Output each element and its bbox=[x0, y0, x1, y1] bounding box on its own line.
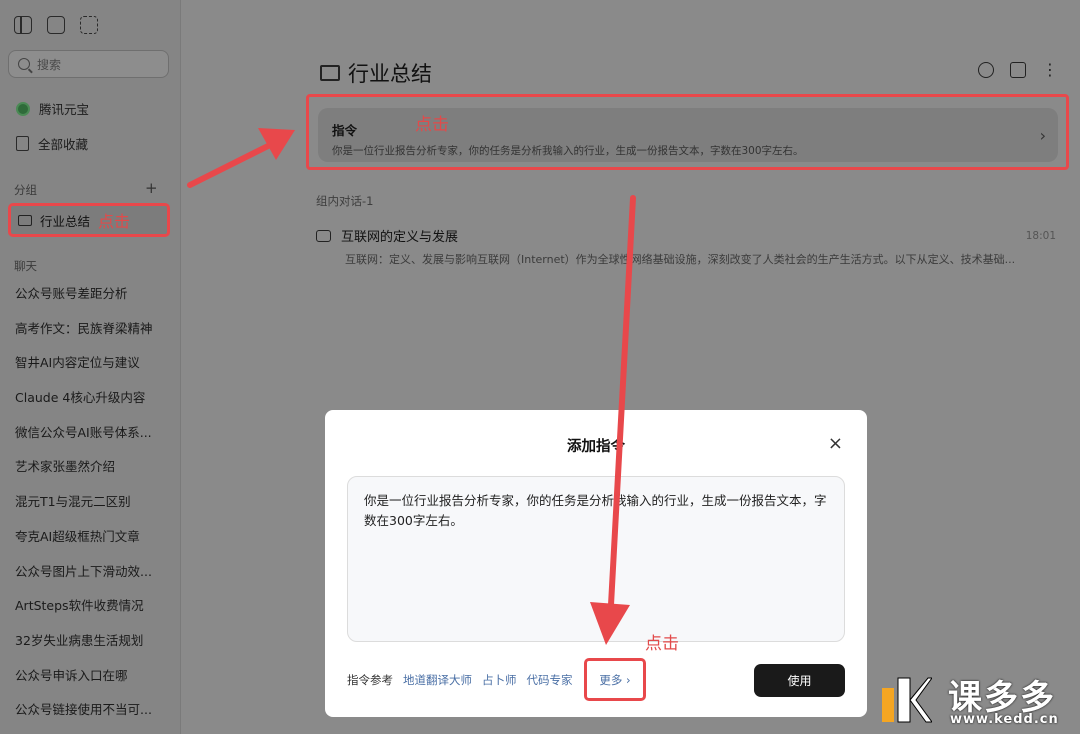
search-icon bbox=[18, 58, 30, 70]
watermark-logo: 课多多 www.kedd.cn bbox=[878, 668, 1078, 730]
chat-item[interactable]: Claude 4核心升级内容 bbox=[15, 389, 175, 424]
folder-icon bbox=[18, 214, 32, 226]
chat-bubble-icon bbox=[316, 229, 331, 242]
chat-item[interactable]: 夸克AI超级框热门文章 bbox=[15, 528, 175, 563]
chat-section-label: 聊天 bbox=[14, 259, 37, 273]
search-input[interactable]: 搜索 bbox=[8, 50, 169, 78]
group-section-label: 分组 bbox=[14, 183, 37, 197]
chat-item[interactable]: 公众号账号差距分析 bbox=[15, 285, 175, 320]
nav-item-yuanbao[interactable]: 腾讯元宝 bbox=[16, 99, 89, 118]
chat-item[interactable]: 智井AI内容定位与建议 bbox=[15, 354, 175, 389]
click-annotation: 点击 bbox=[645, 634, 679, 654]
dialog-title: 添加指令 bbox=[567, 439, 625, 455]
chat-item[interactable]: 微信公众号AI账号体系... bbox=[15, 424, 175, 459]
reference-label: 指令参考 bbox=[347, 673, 393, 687]
nav-item-favorites[interactable]: 全部收藏 bbox=[16, 134, 88, 153]
chat-list: 公众号账号差距分析 高考作文：民族脊梁精神 智井AI内容定位与建议 Claude… bbox=[15, 285, 175, 734]
conversation-time: 18:01 bbox=[1025, 230, 1056, 242]
close-icon[interactable]: × bbox=[828, 433, 843, 454]
reference-link[interactable]: 代码专家 bbox=[527, 672, 573, 688]
instruction-reference-bar: 指令参考 地道翻译大师 占卜师 代码专家 bbox=[347, 672, 573, 688]
chat-item[interactable]: 混元T1与混元二区别 bbox=[15, 493, 175, 528]
chat-item[interactable]: 公众号图片上下滑动效... bbox=[15, 563, 175, 598]
conversation-section-label: 组内对话-1 bbox=[316, 194, 374, 208]
reference-link[interactable]: 占卜师 bbox=[482, 672, 517, 688]
add-group-button[interactable]: + bbox=[145, 179, 158, 197]
chat-item[interactable]: 高考作文：民族脊梁精神 bbox=[15, 320, 175, 355]
sidebar: 搜索 腾讯元宝 全部收藏 分组 + 行业总结 点击 聊天 公众号账号差距分析 高… bbox=[0, 0, 181, 734]
watermark-url: www.kedd.cn bbox=[950, 712, 1059, 727]
conversation-item[interactable]: 互联网的定义与发展 18:01 互联网：定义、发展与影响互联网（Internet… bbox=[316, 226, 1056, 267]
chat-item[interactable]: ArtSteps软件收费情况 bbox=[15, 597, 175, 632]
more-options-icon[interactable]: ⋮ bbox=[1042, 62, 1058, 78]
search-icon[interactable] bbox=[978, 62, 994, 78]
toggle-sidebar-icon[interactable] bbox=[14, 16, 32, 34]
instruction-desc: 你是一位行业报告分析专家，你的任务是分析我输入的行业，生成一份报告文本，字数在3… bbox=[332, 145, 804, 157]
bookmark-icon bbox=[16, 136, 29, 151]
sidebar-top-icons bbox=[14, 16, 98, 34]
chevron-right-icon: › bbox=[1039, 126, 1046, 145]
chat-item[interactable]: 公众号申诉入口在哪 bbox=[15, 667, 175, 702]
new-chat-icon[interactable] bbox=[1010, 62, 1026, 78]
nav-item-label: 全部收藏 bbox=[38, 137, 89, 152]
click-annotation: 点击 bbox=[415, 115, 449, 135]
click-annotation: 点击 bbox=[98, 212, 131, 231]
chat-item[interactable]: 32岁失业病患生活规划 bbox=[15, 632, 175, 667]
reference-link[interactable]: 地道翻译大师 bbox=[403, 672, 472, 688]
conversation-preview: 互联网：定义、发展与影响互联网（Internet）作为全球性网络基础设施，深刻改… bbox=[345, 253, 1016, 266]
group-item-label: 行业总结 bbox=[40, 213, 91, 229]
chat-item[interactable]: 艺术家张墨然介绍 bbox=[15, 458, 175, 493]
watermark-k-icon bbox=[882, 677, 932, 723]
conversation-title: 互联网的定义与发展 bbox=[341, 230, 459, 245]
use-button[interactable]: 使用 bbox=[754, 664, 845, 697]
header-actions: ⋮ bbox=[978, 62, 1058, 78]
instruction-textarea[interactable]: 你是一位行业报告分析专家，你的任务是分析我输入的行业，生成一份报告文本，字数在3… bbox=[347, 476, 845, 642]
more-link[interactable]: 更多 › bbox=[599, 672, 630, 688]
folder-icon bbox=[320, 65, 340, 81]
select-area-icon[interactable] bbox=[80, 16, 98, 34]
nav-item-label: 腾讯元宝 bbox=[39, 102, 90, 117]
group-item-industry-summary[interactable]: 行业总结 点击 bbox=[8, 203, 170, 237]
more-highlight: 更多 › bbox=[584, 658, 646, 701]
add-instruction-dialog: 添加指令 × 你是一位行业报告分析专家，你的任务是分析我输入的行业，生成一份报告… bbox=[325, 410, 867, 717]
chat-item[interactable]: 公众号链接使用不当可... bbox=[15, 701, 175, 734]
yuanbao-logo-icon bbox=[16, 101, 30, 116]
page-title: 行业总结 bbox=[320, 58, 432, 88]
search-placeholder: 搜索 bbox=[37, 57, 62, 72]
page-title-text: 行业总结 bbox=[348, 62, 432, 86]
new-chat-icon[interactable] bbox=[47, 16, 65, 34]
